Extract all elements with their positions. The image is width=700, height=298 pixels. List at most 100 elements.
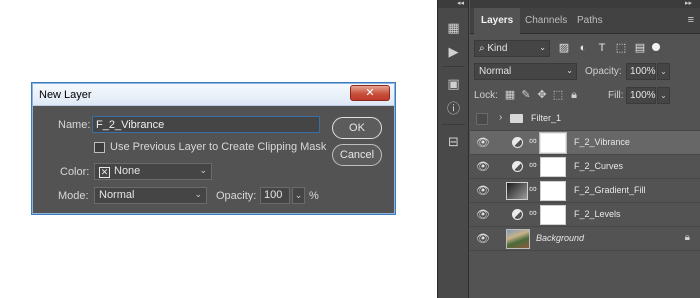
filter-type-icon[interactable]: T [596, 42, 608, 54]
fill-field[interactable]: 100% [626, 87, 656, 104]
levels-adjustment-icon [512, 209, 523, 220]
info-panel-icon[interactable]: ⓘ [446, 101, 461, 116]
layer-name: F_2_Vibrance [574, 137, 630, 147]
panel-tabbar: Layers Channels Paths ≡ [470, 8, 700, 34]
lock-icon: 🔒︎ [684, 232, 690, 243]
tab-paths[interactable]: Paths [570, 8, 610, 34]
opacity-dropdown-button[interactable]: ⌄ [657, 63, 670, 80]
layer-mask-thumbnail[interactable] [540, 181, 566, 201]
chevron-down-icon: ⌄ [539, 43, 546, 52]
name-label: Name: [58, 119, 91, 131]
collapse-right-icon[interactable]: ▸▸ [685, 0, 692, 7]
filter-kind-select[interactable]: ⌕ Kind ⌄ [474, 40, 550, 57]
filter-toggle-icon[interactable] [652, 43, 660, 51]
opacity-dropdown-button[interactable]: ⌄ [292, 187, 305, 204]
none-color-icon: ✕ [99, 167, 110, 178]
link-icon[interactable]: ∞ [529, 159, 537, 171]
folder-icon [510, 114, 523, 123]
filter-shape-icon[interactable]: ⬚ [615, 42, 627, 54]
opacity-field[interactable]: 100% [626, 63, 656, 80]
link-icon[interactable]: ∞ [529, 183, 537, 195]
filter-smart-object-icon[interactable]: ▤ [634, 42, 646, 54]
filter-pixel-icon[interactable]: ▨ [558, 42, 570, 54]
collapse-bar-left[interactable]: ◂◂ [438, 0, 468, 8]
mode-value: Normal [99, 189, 135, 201]
layer-mask-thumbnail[interactable] [540, 133, 566, 153]
kind-label: Kind [487, 43, 508, 54]
opacity-label: Opacity: [585, 66, 622, 77]
layer-name: Background [536, 233, 585, 243]
blend-mode-select[interactable]: Normal ⌄ [474, 63, 577, 80]
properties-panel-icon[interactable]: ⊟ [446, 134, 461, 149]
link-icon[interactable]: ∞ [529, 135, 537, 147]
panel-menu-icon[interactable]: ≡ [688, 14, 694, 26]
layer-row-group[interactable]: › Filter_1 [470, 107, 700, 131]
divider [442, 66, 465, 67]
eye-icon[interactable]: 👁︎ [476, 233, 490, 245]
lock-all-icon[interactable]: 🔒︎ [568, 89, 580, 101]
dialog-titlebar[interactable]: New Layer ✕ [33, 84, 394, 106]
layer-name: F_2_Levels [574, 209, 621, 219]
color-select[interactable]: ✕ None ⌄ [94, 163, 212, 180]
layer-row[interactable]: 👁︎ ∞ F_2_Levels [470, 203, 700, 227]
blend-mode-value: Normal [479, 66, 512, 77]
collapse-bar-right[interactable]: ▸▸ [470, 0, 700, 8]
lock-position-icon[interactable]: ✥ [536, 89, 548, 101]
layer-mask-thumbnail[interactable] [540, 205, 566, 225]
lock-artboard-icon[interactable]: ⬚ [552, 89, 564, 101]
lock-label: Lock: [474, 90, 498, 101]
layer-name: F_2_Curves [574, 161, 624, 171]
cancel-button[interactable]: Cancel [332, 144, 382, 166]
mode-select[interactable]: Normal ⌄ [94, 187, 207, 204]
layer-row[interactable]: 👁︎ ∞ F_2_Gradient_Fill [470, 179, 700, 203]
layer-row[interactable]: 👁︎ ∞ F_2_Vibrance [470, 131, 700, 155]
color-value: None [114, 165, 141, 177]
fill-dropdown-button[interactable]: ⌄ [657, 87, 670, 104]
eye-icon[interactable]: 👁︎ [476, 209, 490, 221]
chevron-down-icon: ⌄ [566, 66, 573, 75]
panel-icon-strip: ◂◂ ▦ ▶ ▣ ⓘ ⊟ [438, 0, 469, 298]
lock-transparent-icon[interactable]: ▦ [504, 89, 516, 101]
libraries-panel-icon[interactable]: ▣ [446, 76, 461, 91]
clipping-mask-label: Use Previous Layer to Create Clipping Ma… [110, 141, 327, 153]
layer-name: F_2_Gradient_Fill [574, 185, 646, 195]
close-button[interactable]: ✕ [350, 85, 390, 101]
dialog-title: New Layer [39, 89, 92, 101]
name-input[interactable] [92, 116, 320, 133]
visibility-toggle-empty[interactable] [476, 113, 488, 125]
gradient-fill-thumbnail[interactable] [506, 182, 528, 200]
layer-row[interactable]: 👁︎ ∞ F_2_Curves [470, 155, 700, 179]
actions-play-icon[interactable]: ▶ [446, 44, 461, 59]
tab-layers[interactable]: Layers [474, 8, 521, 34]
clipping-mask-checkbox[interactable] [94, 142, 105, 153]
eye-icon[interactable]: 👁︎ [476, 161, 490, 173]
layer-row-background[interactable]: 👁︎ Background 🔒︎ [470, 227, 700, 251]
photoshop-panels: ◂◂ ▦ ▶ ▣ ⓘ ⊟ ▸▸ Layers Channels Paths ≡ … [437, 0, 700, 298]
dialog-body: Name: Use Previous Layer to Create Clipp… [36, 107, 391, 211]
tab-channels[interactable]: Channels [518, 8, 574, 34]
new-layer-dialog: New Layer ✕ Name: Use Previous Layer to … [31, 82, 396, 215]
filter-adjustment-icon[interactable]: ◐ [577, 42, 589, 54]
eye-icon[interactable]: 👁︎ [476, 137, 490, 149]
blend-row: Normal ⌄ Opacity: 100% ⌄ [474, 63, 696, 81]
history-panel-icon[interactable]: ▦ [446, 20, 461, 35]
chevron-down-icon: ⌄ [194, 189, 202, 199]
collapse-left-icon[interactable]: ◂◂ [457, 0, 464, 7]
vibrance-adjustment-icon [512, 137, 523, 148]
lock-row: Lock: ▦ ✎ ✥ ⬚ 🔒︎ Fill: 100% ⌄ [474, 87, 696, 105]
opacity-label: Opacity: [216, 190, 257, 202]
eye-icon[interactable]: 👁︎ [476, 185, 490, 197]
background-thumbnail[interactable] [506, 229, 530, 249]
filter-row: ⌕ Kind ⌄ ▨ ◐ T ⬚ ▤ [474, 39, 696, 57]
ok-button[interactable]: OK [332, 117, 382, 139]
percent-label: % [309, 190, 319, 202]
layers-panel: Layers Channels Paths ≡ ⌕ Kind ⌄ ▨ ◐ T ⬚… [470, 8, 700, 298]
chevron-right-icon[interactable]: › [499, 112, 502, 123]
curves-adjustment-icon [512, 161, 523, 172]
color-label: Color: [60, 166, 90, 178]
lock-brush-icon[interactable]: ✎ [520, 89, 532, 101]
layer-mask-thumbnail[interactable] [540, 157, 566, 177]
layer-name: Filter_1 [531, 113, 562, 123]
opacity-input[interactable]: 100 [260, 187, 290, 204]
link-icon[interactable]: ∞ [529, 207, 537, 219]
